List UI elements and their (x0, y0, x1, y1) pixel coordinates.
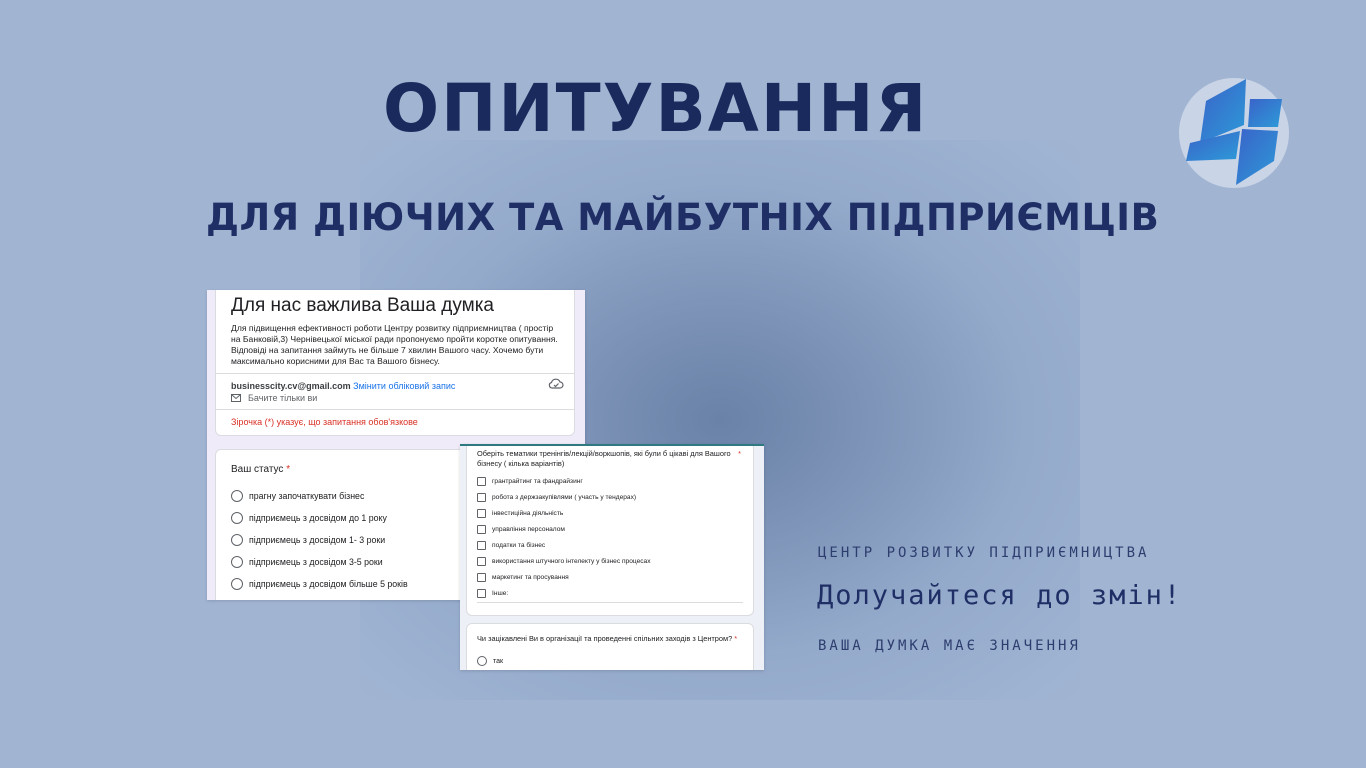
checkbox-icon[interactable] (477, 509, 486, 518)
required-star: * (734, 634, 738, 643)
radio-button-icon[interactable] (231, 578, 243, 590)
option-label: маркетинг та просування (492, 574, 569, 581)
divider (216, 409, 574, 410)
center-name: ЦЕНТР РОЗВИТКУ ПІДПРИЄМНИЦТВА (818, 545, 1150, 561)
option-label: податки та бізнес (492, 542, 546, 549)
checkbox-option[interactable]: управління персоналом (477, 525, 565, 534)
radio-button-icon[interactable] (231, 512, 243, 524)
joint-events-question-title: Чи зацікавлені Ви в організації та прове… (477, 634, 737, 643)
account-email: businesscity.cv@gmail.com (231, 381, 351, 391)
question-text: Оберіть тематики тренінгів/лекцій/воркшо… (477, 449, 731, 468)
checkbox-option[interactable]: робота з держзакупівлями ( участь у тенд… (477, 493, 636, 502)
divider (216, 373, 574, 374)
checkbox-option[interactable]: грантрайтинг та фандрайзинг (477, 477, 583, 486)
radio-option[interactable]: прагну започаткувати бізнес (231, 490, 364, 502)
option-label: підприємець з досвідом 3-5 роки (249, 557, 383, 567)
checkbox-option[interactable]: податки та бізнес (477, 541, 545, 550)
form-heading: Для нас важлива Ваша думка (231, 295, 495, 316)
training-topics-screenshot: Оберіть тематики тренінгів/лекцій/воркшо… (460, 444, 764, 670)
form-description: Для підвищення ефективності роботи Центр… (231, 323, 558, 366)
tagline: ВАША ДУМКА МАЄ ЗНАЧЕННЯ (818, 638, 1081, 654)
radio-option[interactable]: підприємець з досвідом 3-5 роки (231, 556, 383, 568)
checkbox-icon[interactable] (477, 525, 486, 534)
option-label: інвестиційна діяльність (492, 510, 564, 517)
cloud-save-icon (548, 378, 564, 389)
option-label: підприємець з досвідом до 1 року (249, 513, 387, 523)
page-subtitle: ДЛЯ ДІЮЧИХ ТА МАЙБУТНІХ ПІДПРИЄМЦІВ (206, 196, 1160, 239)
checkbox-option[interactable]: Інше: (477, 589, 508, 598)
mail-lock-icon (231, 393, 241, 402)
checkbox-option[interactable]: використання штучного інтелекту у бізнес… (477, 557, 651, 566)
required-star: * (286, 464, 291, 475)
option-label: підприємець з досвідом 1- 3 роки (249, 535, 386, 545)
checkbox-icon[interactable] (477, 493, 486, 502)
topics-question-title: Оберіть тематики тренінгів/лекцій/воркшо… (477, 449, 741, 469)
only-you-label: Бачите тільки ви (248, 393, 318, 403)
joint-events-question-card: Чи зацікавлені Ви в організації та прове… (466, 623, 754, 670)
checkbox-icon[interactable] (477, 541, 486, 550)
option-label: прагну започаткувати бізнес (249, 491, 365, 501)
option-label: так (493, 657, 504, 665)
required-star: * (738, 449, 741, 458)
checkbox-icon[interactable] (477, 589, 486, 598)
topics-question-card: Оберіть тематики тренінгів/лекцій/воркшо… (466, 446, 754, 616)
checkbox-icon[interactable] (477, 573, 486, 582)
option-label: грантрайтинг та фандрайзинг (492, 478, 583, 485)
option-label: Інше: (492, 590, 509, 597)
page-title: ОПИТУВАННЯ (383, 70, 929, 147)
radio-button-icon[interactable] (231, 490, 243, 502)
other-input-underline[interactable] (477, 602, 743, 603)
business-center-logo-icon (1179, 78, 1289, 188)
radio-button-icon[interactable] (231, 534, 243, 546)
checkbox-icon[interactable] (477, 477, 486, 486)
option-label: підприємець з досвідом більше 5 років (249, 579, 408, 589)
radio-option[interactable]: так (477, 656, 503, 666)
checkbox-option[interactable]: інвестиційна діяльність (477, 509, 563, 518)
radio-option[interactable]: підприємець з досвідом до 1 року (231, 512, 387, 524)
radio-button-icon[interactable] (231, 556, 243, 568)
checkbox-option[interactable]: маркетинг та просування (477, 573, 569, 582)
question-text: Ваш статус (231, 464, 284, 475)
checkbox-icon[interactable] (477, 557, 486, 566)
privacy-row: Бачите тільки ви (231, 393, 317, 403)
status-question-title: Ваш статус * (231, 464, 290, 475)
switch-account-link[interactable]: Змінити обліковий запис (353, 381, 455, 391)
option-label: робота з держзакупівлями ( участь у тенд… (492, 494, 637, 501)
radio-option[interactable]: підприємець з досвідом більше 5 років (231, 578, 408, 590)
option-label: управління персоналом (492, 526, 565, 533)
required-note: Зірочка (*) указує, що запитання обов'яз… (231, 417, 418, 427)
radio-button-icon[interactable] (477, 656, 487, 666)
form-header-card: Для нас важлива Ваша думка Для підвищенн… (215, 290, 575, 436)
option-label: використання штучного інтелекту у бізнес… (492, 558, 651, 565)
radio-option[interactable]: підприємець з досвідом 1- 3 роки (231, 534, 385, 546)
call-to-action: Долучайтеся до змін! (817, 580, 1183, 611)
question-text: Чи зацікавлені Ви в організації та прове… (477, 634, 733, 643)
account-row: businesscity.cv@gmail.com Змінити обліко… (231, 381, 455, 391)
